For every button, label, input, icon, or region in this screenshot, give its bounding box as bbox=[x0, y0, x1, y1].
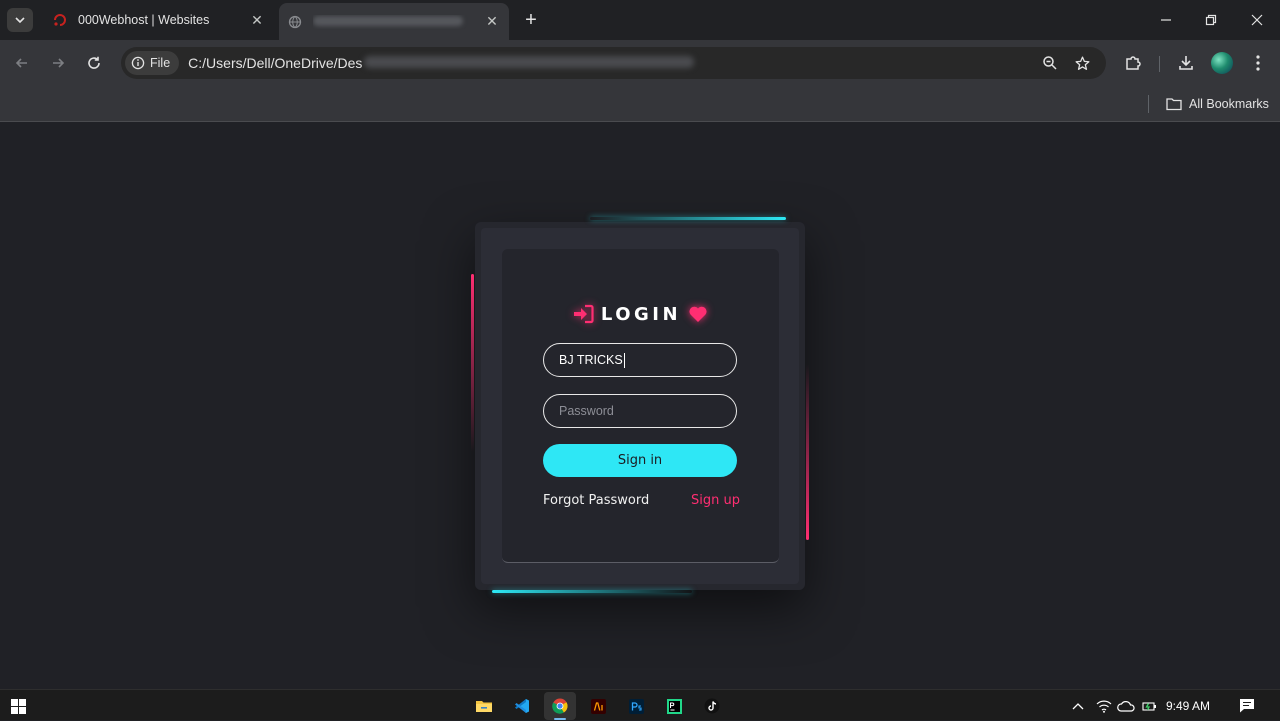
vscode-icon[interactable] bbox=[506, 692, 538, 720]
login-header: LOGIN bbox=[572, 303, 708, 325]
battery-icon[interactable] bbox=[1140, 690, 1160, 721]
notification-icon bbox=[1240, 699, 1254, 713]
start-button[interactable] bbox=[2, 692, 34, 720]
password-placeholder: Password bbox=[559, 404, 614, 418]
all-bookmarks-label: All Bookmarks bbox=[1189, 97, 1269, 111]
extensions-button[interactable] bbox=[1121, 51, 1145, 75]
tab-search-button[interactable] bbox=[7, 8, 33, 32]
globe-icon bbox=[287, 14, 303, 30]
info-icon bbox=[131, 56, 145, 70]
password-input[interactable]: Password bbox=[543, 394, 737, 428]
chrome-icon[interactable] bbox=[544, 692, 576, 720]
chevron-up-icon bbox=[1072, 702, 1084, 709]
heart-icon bbox=[689, 306, 707, 322]
arrow-left-icon bbox=[15, 58, 27, 68]
tab-000webhost[interactable]: 000Webhost | Websites ✕ bbox=[44, 0, 274, 40]
close-icon bbox=[1251, 14, 1263, 26]
close-tab-icon[interactable]: ✕ bbox=[248, 11, 266, 29]
zoom-button[interactable] bbox=[1038, 51, 1062, 75]
notifications-button[interactable] bbox=[1236, 690, 1258, 721]
site-info-label: File bbox=[150, 56, 171, 70]
username-value: BJ TRICKS bbox=[559, 353, 623, 367]
sign-up-link[interactable]: Sign up bbox=[691, 493, 740, 508]
all-bookmarks-button[interactable]: All Bookmarks bbox=[1166, 93, 1269, 115]
bookmarks-bar: All Bookmarks bbox=[0, 86, 1280, 122]
sign-in-icon bbox=[574, 304, 594, 324]
tab-active[interactable]: ✕ bbox=[279, 3, 509, 40]
chevron-down-icon bbox=[15, 17, 25, 24]
windows-logo-icon bbox=[10, 698, 26, 714]
bookmarks-divider bbox=[1148, 95, 1149, 113]
pink-glow-right bbox=[806, 364, 809, 540]
taskbar-clock[interactable]: 9:49 AM bbox=[1166, 690, 1210, 721]
folder-icon bbox=[1166, 98, 1182, 111]
wifi-icon[interactable] bbox=[1094, 690, 1114, 721]
tab-title: 000Webhost | Websites bbox=[78, 13, 210, 27]
pink-glow-left bbox=[471, 274, 474, 452]
000webhost-favicon-icon bbox=[52, 12, 68, 28]
minimize-button[interactable] bbox=[1143, 0, 1189, 40]
cyan-glow-bottom bbox=[492, 590, 692, 593]
profile-avatar[interactable] bbox=[1211, 52, 1233, 74]
arrow-right-icon bbox=[53, 58, 65, 68]
username-input[interactable]: BJ TRICKS bbox=[543, 343, 737, 377]
photoshop-icon[interactable] bbox=[620, 692, 652, 720]
minimize-icon bbox=[1161, 19, 1171, 21]
toolbar-divider bbox=[1159, 56, 1160, 72]
close-window-button[interactable] bbox=[1234, 0, 1280, 40]
puzzle-icon bbox=[1126, 56, 1141, 70]
text-caret bbox=[623, 352, 625, 368]
reload-button[interactable] bbox=[82, 51, 106, 75]
illustrator-icon[interactable] bbox=[582, 692, 614, 720]
page-content: LOGIN BJ TRICKS Password Sign in Forgot … bbox=[0, 122, 1280, 689]
tab-bar: 000Webhost | Websites ✕ ✕ + bbox=[0, 0, 1280, 40]
close-tab-icon[interactable]: ✕ bbox=[483, 13, 501, 31]
site-info-chip[interactable]: File bbox=[125, 51, 180, 75]
new-tab-button[interactable]: + bbox=[519, 8, 543, 32]
show-hidden-icons-button[interactable] bbox=[1068, 690, 1088, 721]
menu-button[interactable] bbox=[1246, 51, 1270, 75]
bookmark-star-button[interactable] bbox=[1070, 51, 1094, 75]
address-bar[interactable]: File C:/Users/Dell/OneDrive/Des bbox=[121, 47, 1106, 79]
url-text: C:/Users/Dell/OneDrive/Des bbox=[188, 55, 695, 71]
login-title: LOGIN bbox=[600, 303, 682, 325]
pycharm-icon[interactable] bbox=[658, 692, 690, 720]
tiktok-icon[interactable] bbox=[696, 692, 728, 720]
reload-icon bbox=[88, 56, 100, 69]
sign-in-button[interactable]: Sign in bbox=[543, 444, 737, 477]
more-vertical-icon bbox=[1256, 55, 1260, 71]
forward-button[interactable] bbox=[46, 51, 70, 75]
cyan-glow-top bbox=[590, 217, 786, 220]
zoom-icon bbox=[1043, 56, 1057, 70]
restore-icon bbox=[1205, 14, 1217, 26]
star-icon bbox=[1074, 55, 1090, 70]
downloads-button[interactable] bbox=[1174, 51, 1198, 75]
browser-toolbar: File C:/Users/Dell/OneDrive/Des bbox=[0, 40, 1280, 86]
restore-button[interactable] bbox=[1188, 0, 1234, 40]
windows-taskbar: 9:49 AM bbox=[0, 689, 1280, 720]
forgot-password-link[interactable]: Forgot Password bbox=[543, 493, 649, 508]
file-explorer-icon[interactable] bbox=[468, 692, 500, 720]
back-button[interactable] bbox=[10, 51, 34, 75]
tab-title-blurred bbox=[313, 15, 483, 29]
onedrive-icon[interactable] bbox=[1116, 690, 1136, 721]
download-icon bbox=[1179, 56, 1193, 70]
